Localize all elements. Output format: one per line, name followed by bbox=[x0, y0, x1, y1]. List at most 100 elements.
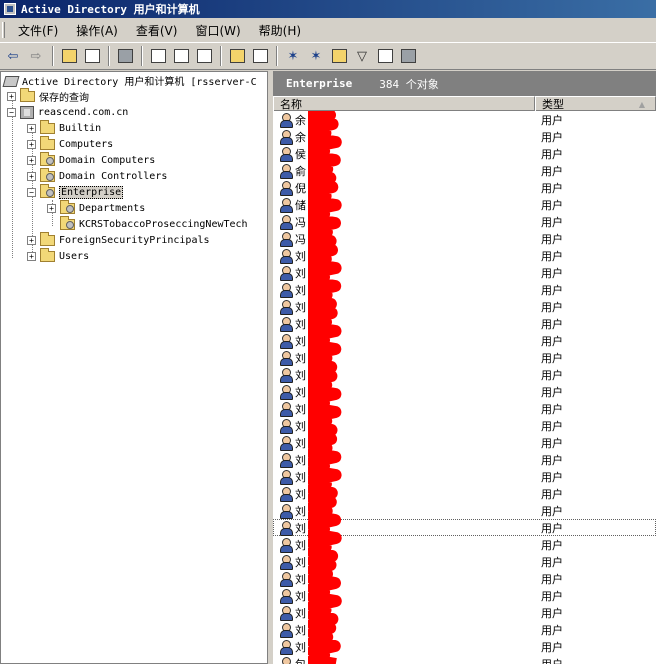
sort-ascending-icon: ▲ bbox=[638, 99, 645, 109]
table-row[interactable]: 余 用户 bbox=[273, 111, 656, 128]
table-row[interactable]: 俞 用户 bbox=[273, 162, 656, 179]
table-row[interactable]: 包 用户 bbox=[273, 655, 656, 664]
back-arrow-icon[interactable]: ⇦ bbox=[2, 45, 24, 67]
up-folder-icon[interactable] bbox=[58, 45, 80, 67]
tree-item-computers[interactable]: + Computers bbox=[27, 135, 114, 152]
table-row[interactable]: 刘 用户 bbox=[273, 366, 656, 383]
filter-icon[interactable]: ▽ bbox=[351, 45, 373, 67]
tree-item-label: Domain Controllers bbox=[59, 170, 168, 182]
forward-arrow-icon[interactable]: ⇨ bbox=[25, 45, 47, 67]
tree-item-kcrs[interactable]: KCRSTobaccoProseccingNewTech bbox=[60, 215, 248, 232]
type-cell: 用户 bbox=[541, 334, 563, 348]
column-header-name[interactable]: 名称 bbox=[273, 96, 535, 111]
table-row[interactable]: 侯 用户 bbox=[273, 145, 656, 162]
table-row[interactable]: 刘 用户 bbox=[273, 298, 656, 315]
expand-icon[interactable]: + bbox=[27, 251, 36, 261]
collapse-icon[interactable]: − bbox=[7, 107, 16, 117]
new-ou-icon[interactable] bbox=[328, 45, 350, 67]
table-row[interactable]: 刘 用户 bbox=[273, 281, 656, 298]
expand-icon[interactable]: + bbox=[27, 155, 36, 165]
tree-root[interactable]: Active Directory 用户和计算机 [rsserver-C bbox=[3, 72, 257, 88]
delete-icon[interactable] bbox=[114, 45, 136, 67]
table-row[interactable]: 倪 用户 bbox=[273, 179, 656, 196]
find-icon[interactable] bbox=[374, 45, 396, 67]
table-row[interactable]: 刘 用户 bbox=[273, 570, 656, 587]
table-row[interactable]: 刘 用户 bbox=[273, 434, 656, 451]
type-cell: 用户 bbox=[541, 283, 563, 297]
user-icon bbox=[279, 418, 293, 434]
tree-item-builtin[interactable]: + Builtin bbox=[27, 119, 101, 136]
add-to-group-icon[interactable] bbox=[397, 45, 419, 67]
expand-icon[interactable]: + bbox=[27, 123, 36, 133]
menu-help[interactable]: 帮助(H) bbox=[250, 20, 310, 41]
refresh-icon[interactable] bbox=[170, 45, 192, 67]
menu-view[interactable]: 查看(V) bbox=[127, 20, 187, 41]
type-cell: 用户 bbox=[541, 572, 563, 586]
table-row[interactable]: 刘 用户 bbox=[273, 417, 656, 434]
menu-action[interactable]: 操作(A) bbox=[67, 20, 127, 41]
table-row[interactable]: 刘 用户 bbox=[273, 621, 656, 638]
tree-item-domain-computers[interactable]: + Domain Computers bbox=[27, 151, 155, 168]
collapse-icon[interactable]: − bbox=[27, 187, 36, 197]
tree-item-saved-queries[interactable]: + 保存的查询 bbox=[7, 87, 89, 104]
expand-icon[interactable]: + bbox=[47, 203, 56, 213]
tree-item-users[interactable]: + Users bbox=[27, 247, 89, 264]
help-icon[interactable] bbox=[226, 45, 248, 67]
tree-item-departments[interactable]: + Departments bbox=[47, 199, 145, 216]
table-row[interactable]: 刘 用户 bbox=[273, 502, 656, 519]
show-tree-icon[interactable] bbox=[81, 45, 103, 67]
table-row[interactable]: 刘 用户 bbox=[273, 400, 656, 417]
tree-item-label: Computers bbox=[59, 138, 114, 150]
expand-icon[interactable]: + bbox=[27, 139, 36, 149]
expand-icon[interactable]: + bbox=[7, 91, 16, 101]
new-group-icon[interactable]: ✶ bbox=[305, 45, 327, 67]
table-row[interactable]: 刘 用户 bbox=[273, 468, 656, 485]
table-row[interactable]: 刘 用户 bbox=[273, 638, 656, 655]
table-row[interactable]: 刘 用户 bbox=[273, 451, 656, 468]
object-list[interactable]: 余用户余用户侯用户俞用户倪用户储用户冯用户冯用户刘用户刘用户刘用户刘用户刘用户刘… bbox=[273, 111, 656, 664]
menu-file[interactable]: 文件(F) bbox=[9, 20, 67, 41]
expand-icon[interactable]: + bbox=[27, 171, 36, 181]
user-name: 刘 bbox=[295, 623, 306, 637]
tree-connector bbox=[12, 96, 13, 258]
name-cell: 刘 bbox=[273, 486, 535, 502]
table-row[interactable]: 冯 用户 bbox=[273, 230, 656, 247]
table-row[interactable]: 刘 用户 bbox=[273, 247, 656, 264]
properties-icon[interactable] bbox=[147, 45, 169, 67]
tree-item-domain[interactable]: − reascend.com.cn bbox=[7, 104, 128, 120]
tree-item-domain-controllers[interactable]: + Domain Controllers bbox=[27, 167, 168, 184]
table-row[interactable]: 冯 用户 bbox=[273, 213, 656, 230]
table-row[interactable]: 刘 用户 bbox=[273, 485, 656, 502]
table-row[interactable]: 余 用户 bbox=[273, 128, 656, 145]
user-name: 侯 bbox=[295, 147, 306, 161]
tree-item-foreign-security-principals[interactable]: + ForeignSecurityPrincipals bbox=[27, 231, 210, 248]
console-tree[interactable]: Active Directory 用户和计算机 [rsserver-C + 保存… bbox=[0, 71, 268, 664]
toolbar: ⇦ ⇨ ✶ ✶ ▽ bbox=[0, 42, 656, 70]
table-row[interactable]: 刘 用户 bbox=[273, 332, 656, 349]
table-row[interactable]: 刘 用户 bbox=[273, 536, 656, 553]
toolbar-separator bbox=[220, 46, 222, 66]
table-row[interactable]: 刘 用户 bbox=[273, 553, 656, 570]
column-header-type[interactable]: 类型 ▲ bbox=[535, 96, 656, 111]
menu-grip[interactable] bbox=[2, 22, 5, 38]
name-cell: 刘 bbox=[273, 639, 535, 655]
console-icon[interactable] bbox=[249, 45, 271, 67]
expand-icon[interactable]: + bbox=[27, 235, 36, 245]
table-row[interactable]: 刘 用户 bbox=[273, 587, 656, 604]
details-pane[interactable]: Enterprise 384 个对象 名称 类型 ▲ 余用户余用户侯用户俞用户倪… bbox=[273, 71, 656, 664]
new-user-icon[interactable]: ✶ bbox=[282, 45, 304, 67]
export-list-icon[interactable] bbox=[193, 45, 215, 67]
table-row[interactable]: 刘 用户 bbox=[273, 315, 656, 332]
menu-window[interactable]: 窗口(W) bbox=[186, 20, 249, 41]
user-icon bbox=[279, 180, 293, 196]
table-row[interactable]: 刘 用户 bbox=[273, 383, 656, 400]
table-row[interactable]: 刘 用户 bbox=[273, 519, 656, 536]
user-icon bbox=[279, 163, 293, 179]
tree-item-enterprise[interactable]: − Enterprise bbox=[27, 183, 124, 200]
table-row[interactable]: 储 用户 bbox=[273, 196, 656, 213]
table-row[interactable]: 刘 用户 bbox=[273, 349, 656, 366]
table-row[interactable]: 刘 用户 bbox=[273, 604, 656, 621]
window-title: Active Directory 用户和计算机 bbox=[21, 3, 200, 16]
user-name: 刘 bbox=[295, 487, 306, 501]
table-row[interactable]: 刘 用户 bbox=[273, 264, 656, 281]
